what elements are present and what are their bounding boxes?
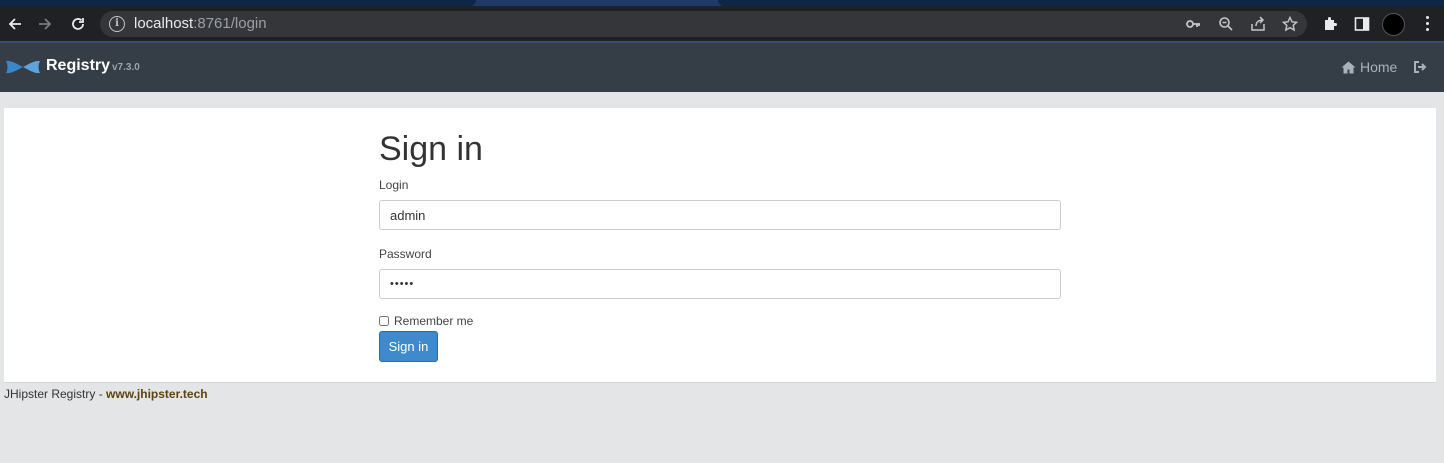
login-card: Sign in Login Password ••••• Remember me…: [4, 108, 1436, 383]
profile-avatar[interactable]: [1382, 13, 1405, 36]
brand-version: v7.3.0: [112, 62, 140, 73]
side-panel-icon[interactable]: [1351, 13, 1373, 35]
site-info-icon[interactable]: i: [109, 16, 125, 32]
logout-icon[interactable]: [1413, 60, 1427, 74]
address-bar[interactable]: i localhost:8761/login: [100, 11, 1307, 37]
extensions-icon[interactable]: [1319, 13, 1341, 35]
login-label: Login: [379, 178, 409, 192]
password-label: Password: [379, 247, 432, 261]
bookmark-star-icon[interactable]: [1280, 14, 1300, 34]
password-input[interactable]: •••••: [379, 269, 1061, 299]
footer-text: JHipster Registry -: [4, 387, 107, 401]
footer: JHipster Registry - www.jhipster.tech: [4, 387, 208, 401]
brand-title[interactable]: Registry: [46, 57, 110, 75]
remember-me-checkbox[interactable]: [379, 316, 389, 326]
reload-icon[interactable]: [63, 6, 93, 41]
login-input[interactable]: [379, 200, 1061, 230]
forward-icon[interactable]: [30, 6, 60, 41]
nav-home-label: Home: [1360, 59, 1398, 75]
key-icon[interactable]: [1183, 14, 1203, 34]
page-title: Sign in: [379, 130, 483, 168]
app-navbar: Registry v7.3.0 Home: [0, 43, 1444, 92]
home-icon: [1341, 61, 1356, 73]
remember-me-label[interactable]: Remember me: [394, 314, 473, 328]
zoom-out-icon[interactable]: [1216, 14, 1236, 34]
address-url[interactable]: localhost:8761/login: [134, 15, 267, 32]
share-icon[interactable]: [1248, 14, 1268, 34]
sign-in-button[interactable]: Sign in: [379, 331, 438, 362]
browser-toolbar: i localhost:8761/login: [0, 6, 1444, 41]
browser-menu-icon[interactable]: [1420, 10, 1434, 36]
nav-home-link[interactable]: Home: [1341, 59, 1397, 75]
remember-me-row: Remember me: [379, 314, 473, 328]
registry-logo-icon[interactable]: [5, 58, 41, 76]
jhipster-link[interactable]: www.jhipster.tech: [106, 387, 208, 401]
back-icon[interactable]: [0, 6, 30, 41]
